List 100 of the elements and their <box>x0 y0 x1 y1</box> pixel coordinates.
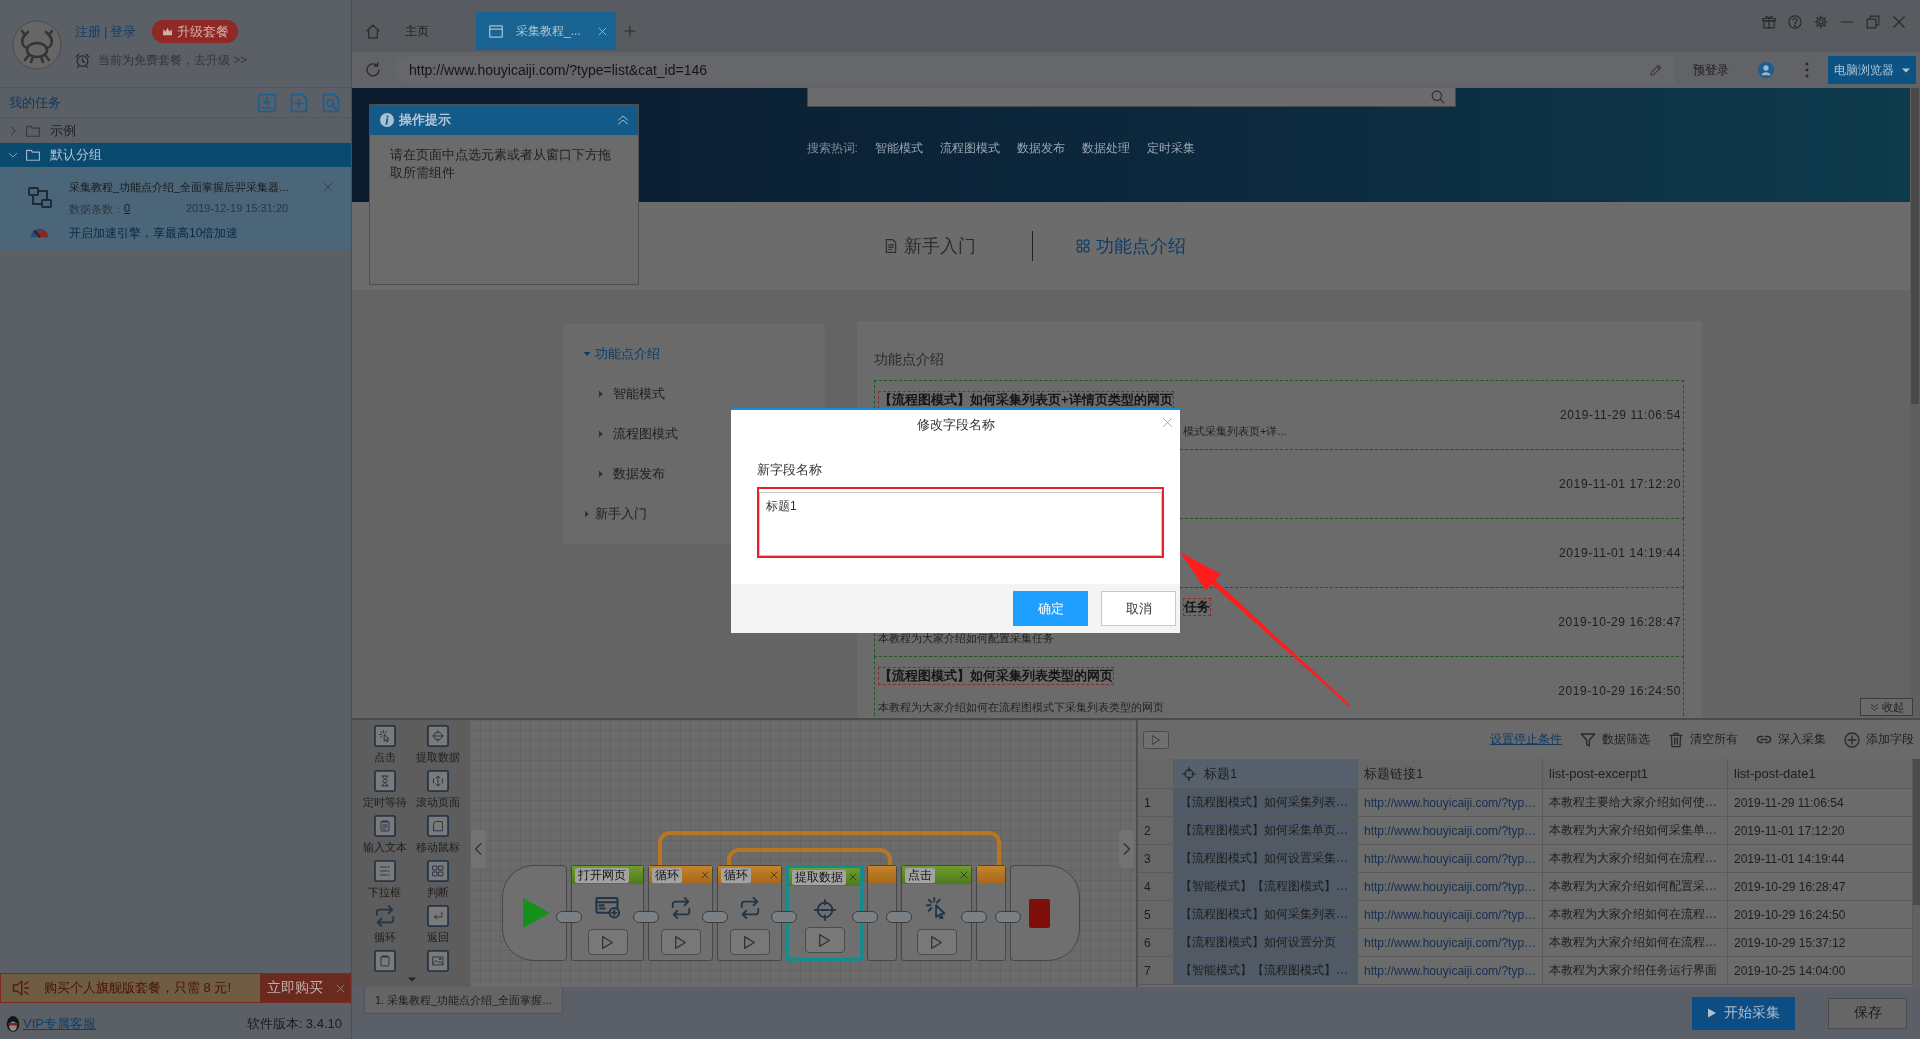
flow-step[interactable]: 循环 <box>648 865 713 961</box>
flow-step[interactable]: 循环 <box>717 865 782 961</box>
chevron-left-icon <box>475 843 482 855</box>
tool-item[interactable]: 提取数据 <box>411 720 464 765</box>
close-icon[interactable] <box>960 871 968 879</box>
folder-row[interactable]: 示例 <box>0 118 351 143</box>
run-button[interactable] <box>660 929 701 955</box>
pencil-icon[interactable] <box>1649 63 1663 77</box>
flow-step[interactable]: 提取数据 <box>786 865 863 961</box>
caret-down-icon[interactable] <box>408 977 416 982</box>
pre-login-link[interactable]: 预登录 <box>1693 61 1729 79</box>
login-link[interactable]: 登录 <box>110 22 137 41</box>
list-heading: 功能点介绍 <box>874 351 945 367</box>
hot-word-link[interactable]: 数据处理 <box>1081 140 1130 157</box>
count-link[interactable]: 0 <box>124 201 131 217</box>
user-icon[interactable] <box>1758 62 1774 78</box>
table-cell: 2019-11-29 11:06:54 <box>1728 789 1913 817</box>
menu-item[interactable]: 流程图模式 <box>563 414 825 454</box>
collapse-button[interactable]: 收起 <box>1860 698 1913 716</box>
add-field-button[interactable]: 添加字段 <box>1844 731 1914 748</box>
browser-tab[interactable]: 采集教程_... <box>476 12 616 50</box>
task-date: 2019-12-19 15:31:20 <box>186 201 289 216</box>
chevron-up-icon[interactable] <box>617 114 629 126</box>
name-input[interactable]: 标题1 <box>759 492 1162 556</box>
article-title[interactable]: 【流程图模式】如何采集列表类型的网页 <box>878 667 1114 685</box>
tool-item[interactable]: 返回 <box>411 900 464 945</box>
close-icon[interactable] <box>1162 417 1173 428</box>
search-field[interactable] <box>806 88 1456 107</box>
more-icon[interactable] <box>1805 62 1809 78</box>
tool-item[interactable]: 移动鼠标 <box>411 810 464 855</box>
stop-condition-link[interactable]: 设置停止条件 <box>1490 731 1562 748</box>
deep-collect-button[interactable]: 深入采集 <box>1756 731 1826 748</box>
hot-word-link[interactable]: 智能模式 <box>874 140 923 157</box>
run-button[interactable] <box>804 927 845 953</box>
alarm-clock-icon <box>75 53 90 68</box>
scroll-right-button[interactable] <box>1119 830 1134 868</box>
table-cell: 本教程主要给大家介绍如何使… <box>1543 789 1728 817</box>
close-icon[interactable] <box>323 182 333 192</box>
play-icon <box>1707 1008 1716 1018</box>
list-icon <box>373 860 396 882</box>
cancel-button[interactable]: 取消 <box>1101 591 1176 626</box>
column-header[interactable]: 标题1 <box>1174 759 1358 789</box>
register-link[interactable]: 注册 <box>75 22 101 41</box>
flow-step[interactable]: 点击 <box>901 865 972 961</box>
clear-button[interactable]: 清空所有 <box>1668 731 1738 748</box>
help-icon[interactable] <box>1788 15 1802 29</box>
support-link[interactable]: VIP专属客服 <box>23 1014 96 1033</box>
folder-row[interactable]: 默认分组 <box>0 143 351 167</box>
table-cell: 2019-10-29 16:24:50 <box>1728 901 1913 929</box>
refresh-icon[interactable] <box>365 62 381 78</box>
address-field[interactable]: http://www.houyicaiji.com/?type=list&cat_id=146 <box>395 56 1675 84</box>
article-excerpt: 本教程为大家介绍如何在流程图模式下采集列表类型的网页 <box>878 700 1164 715</box>
grid-icon <box>1076 238 1090 254</box>
scroll-arrows-icon <box>426 770 449 792</box>
hot-word-link[interactable]: 流程图模式 <box>939 140 1000 157</box>
close-icon[interactable] <box>701 871 709 879</box>
column-header[interactable]: list-post-excerpt1 <box>1543 759 1728 789</box>
info-icon <box>380 113 394 127</box>
preview-button[interactable] <box>1143 730 1169 749</box>
filter-button[interactable]: 数据筛选 <box>1580 731 1650 748</box>
table-cell: 【流程图模式】如何采集列表… <box>1174 901 1358 929</box>
section-tab[interactable]: 功能点介绍 <box>1076 234 1186 258</box>
menu-item[interactable]: 智能模式 <box>563 374 825 414</box>
task-tab[interactable]: 1. 采集教程_功能点介绍_全面掌握... <box>364 987 563 1014</box>
close-icon[interactable] <box>849 873 857 881</box>
start-button[interactable]: 开始采集 <box>1692 996 1795 1030</box>
confirm-button[interactable]: 确定 <box>1013 591 1088 626</box>
settings-icon[interactable] <box>1814 15 1828 29</box>
tool-item[interactable]: 循环 <box>358 900 411 945</box>
scroll-left-button[interactable] <box>471 830 486 868</box>
table-cell: http://www.houyicaiji.com/?typ… <box>1358 873 1543 901</box>
tool-item[interactable]: 判断 <box>411 855 464 900</box>
run-button[interactable] <box>587 929 628 955</box>
menu-item[interactable]: 功能点介绍 <box>563 334 825 374</box>
link-icon <box>1756 735 1772 744</box>
plus-icon[interactable] <box>624 25 636 37</box>
column-header[interactable]: 标题链接1 <box>1358 759 1543 789</box>
run-button[interactable] <box>916 929 957 955</box>
notepad-icon <box>373 950 396 972</box>
hot-word-link[interactable]: 数据发布 <box>1016 140 1065 157</box>
buy-button[interactable]: 立即购买 <box>260 974 330 1002</box>
loop-end-header <box>977 866 1005 884</box>
page-icon <box>488 23 504 39</box>
article-excerpt: 本教程为大家介绍如何配置采集任务 <box>878 631 1054 646</box>
save-button[interactable]: 保存 <box>1828 997 1907 1029</box>
table-cell: http://www.houyicaiji.com/?typ… <box>1358 789 1543 817</box>
column-header[interactable]: list-post-date1 <box>1728 759 1913 789</box>
browser-mode-dropdown[interactable]: 电脑浏览器 <box>1828 56 1916 84</box>
close-icon[interactable] <box>1892 15 1906 29</box>
caret-down-icon <box>1902 67 1910 73</box>
gift-icon[interactable] <box>1762 15 1776 29</box>
close-icon[interactable] <box>770 871 778 879</box>
section-tab[interactable]: 新手入门 <box>884 234 976 258</box>
flow-step[interactable]: 打开网页 <box>571 865 644 961</box>
hot-word-link[interactable]: 定时采集 <box>1146 140 1195 157</box>
restore-icon[interactable] <box>1866 15 1880 29</box>
close-button[interactable] <box>330 974 350 1002</box>
upgrade-button[interactable]: 升级套餐 <box>152 20 239 43</box>
run-button[interactable] <box>729 929 770 955</box>
article-title[interactable]: 任务 <box>1183 598 1211 616</box>
